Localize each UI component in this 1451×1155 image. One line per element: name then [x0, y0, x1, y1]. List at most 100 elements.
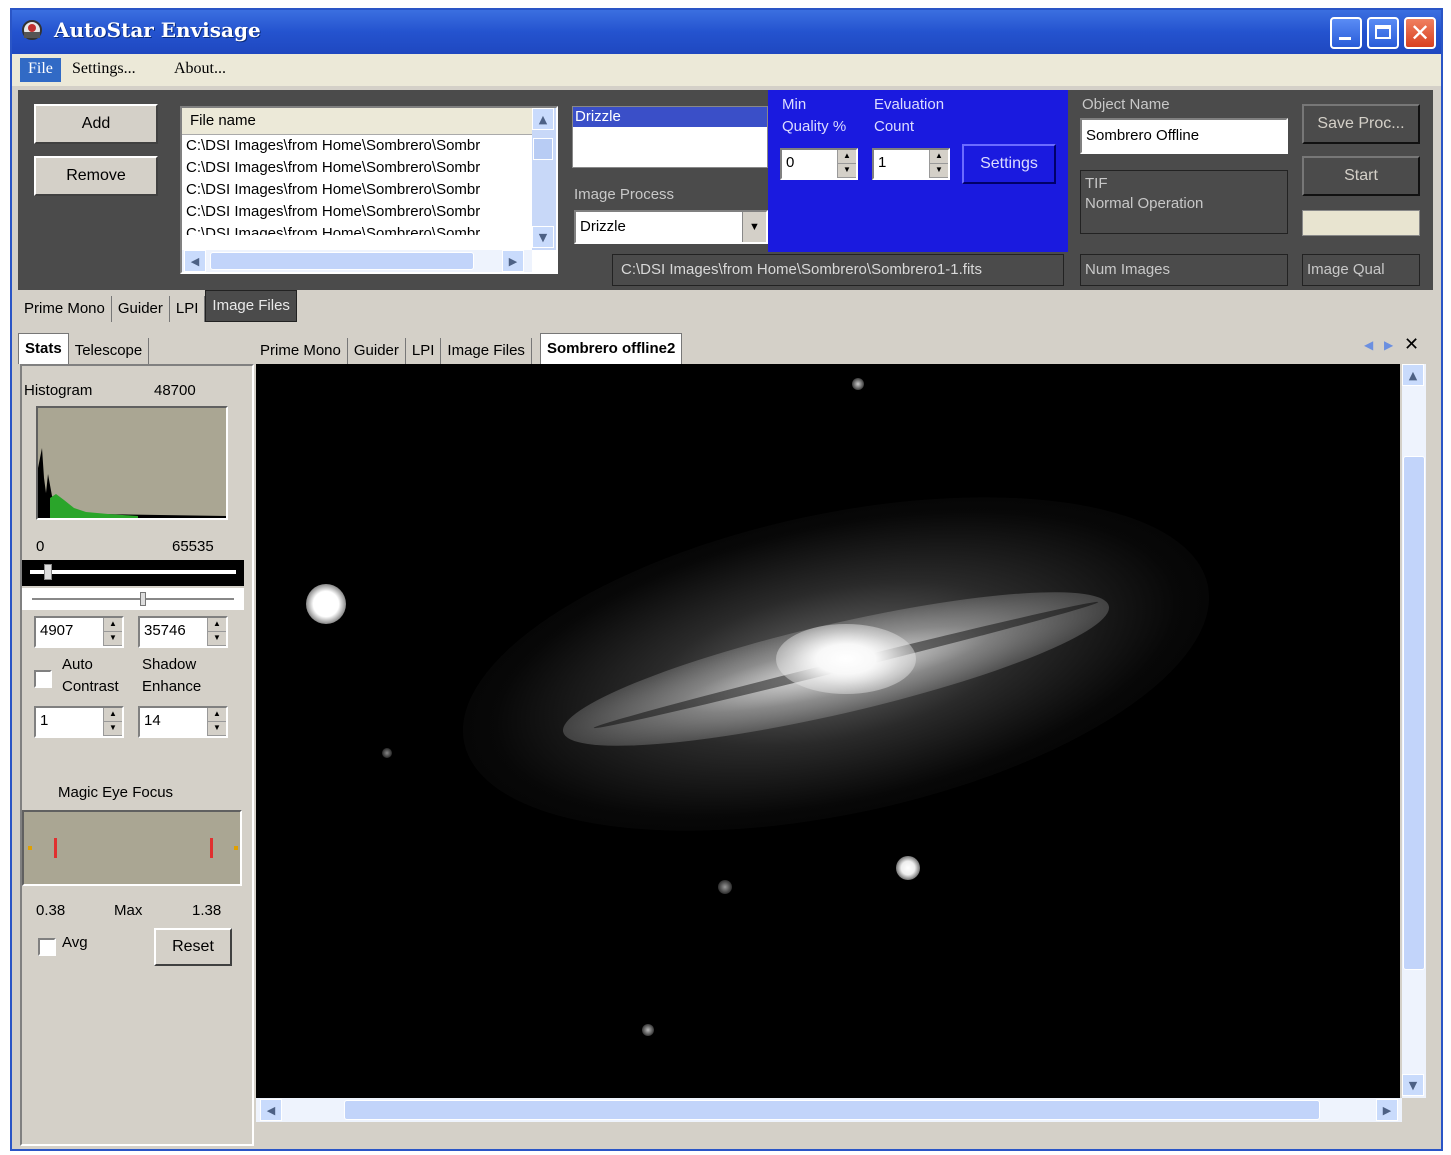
chevron-down-icon[interactable]: ▼ [742, 212, 766, 242]
image-vscroll[interactable]: ▲ ▼ [1402, 364, 1426, 1098]
scroll-right-icon[interactable]: ▶ [1376, 1099, 1398, 1121]
status-box: TIF Normal Operation [1080, 170, 1288, 234]
tab-guider-2[interactable]: Guider [348, 338, 406, 364]
start-button[interactable]: Start [1302, 156, 1420, 196]
settings-button[interactable]: Settings [962, 144, 1056, 184]
menu-file[interactable]: File [20, 58, 61, 82]
list-item[interactable]: C:\DSI Images\from Home\Sombrero\Sombr [182, 157, 556, 179]
object-name-input[interactable]: Sombrero Offline [1080, 118, 1288, 154]
scroll-thumb[interactable] [1403, 456, 1425, 970]
window-title: AutoStar Envisage [54, 18, 261, 42]
contrast-spinner[interactable]: ▲ ▼ [103, 708, 122, 736]
list-item[interactable]: C:\DSI Images\from Home\Sombrero\Sombr [182, 223, 556, 235]
magic-eye-display [22, 810, 242, 886]
maximize-button[interactable] [1367, 17, 1399, 49]
fine-slider-track[interactable] [22, 588, 244, 610]
scroll-right-icon[interactable]: ▶ [502, 250, 524, 272]
evaluation-count-spinner[interactable]: ▲ ▼ [929, 150, 948, 178]
image-viewport[interactable] [256, 364, 1400, 1098]
image-process-label: Image Process [574, 186, 675, 203]
scroll-thumb[interactable] [210, 252, 474, 270]
save-proc-button[interactable]: Save Proc... [1302, 104, 1420, 144]
min-quality-spinner[interactable]: ▲ ▼ [837, 150, 856, 178]
range-slider-line [30, 570, 236, 574]
scroll-thumb[interactable] [344, 1100, 1320, 1120]
file-list-header[interactable]: File name [182, 108, 556, 135]
fine-slider-thumb[interactable] [140, 592, 146, 606]
status-format: TIF [1085, 175, 1108, 192]
tab-stats[interactable]: Stats [18, 333, 69, 364]
star [382, 748, 392, 758]
scroll-up-icon[interactable]: ▲ [532, 108, 554, 130]
drizzle-box[interactable]: Drizzle [572, 106, 768, 168]
evaluation-count-input[interactable]: 1 ▲ ▼ [872, 148, 950, 180]
app-icon [22, 20, 42, 40]
remove-button[interactable]: Remove [34, 156, 158, 196]
maximize-icon [1375, 25, 1391, 39]
file-list-vscroll[interactable]: ▲ ▼ [532, 108, 556, 250]
menu-bar: File Settings... About... [12, 54, 1441, 86]
file-list[interactable]: File name C:\DSI Images\from Home\Sombre… [180, 106, 558, 274]
menu-settings[interactable]: Settings... [64, 58, 144, 82]
focus-max: 1.38 [192, 902, 222, 919]
low-value-spinner[interactable]: ▲ ▼ [103, 618, 122, 646]
high-value-input[interactable]: 35746 ▲ ▼ [138, 616, 228, 648]
avg-checkbox[interactable] [38, 938, 56, 956]
evaluation-count-value: 1 [878, 154, 887, 171]
tab-image-files-2[interactable]: Image Files [441, 338, 532, 364]
reset-button[interactable]: Reset [154, 928, 232, 966]
histogram-label: Histogram [24, 382, 93, 399]
image-process-select[interactable]: Drizzle ▼ [574, 210, 768, 244]
close-tab-icon[interactable]: ✕ [1404, 334, 1419, 355]
low-value-input[interactable]: 4907 ▲ ▼ [34, 616, 124, 648]
tab-scroll-left-icon[interactable]: ◀ [1364, 338, 1373, 352]
magic-eye-label: Magic Eye Focus [58, 784, 174, 801]
menu-about[interactable]: About... [166, 58, 234, 82]
scroll-up-icon[interactable]: ▲ [1402, 364, 1424, 386]
app-window: AutoStar Envisage ✕ File Settings... Abo… [10, 8, 1443, 1151]
close-button[interactable]: ✕ [1404, 17, 1436, 49]
scroll-down-icon[interactable]: ▼ [1402, 1074, 1424, 1096]
scroll-left-icon[interactable]: ◀ [260, 1099, 282, 1121]
tab-lpi[interactable]: LPI [170, 296, 206, 322]
tab-scroll-right-icon[interactable]: ▶ [1384, 338, 1393, 352]
contrast-input[interactable]: 1 ▲ ▼ [34, 706, 124, 738]
left-tabs: Stats Telescope [18, 333, 150, 364]
title-bar[interactable]: AutoStar Envisage ✕ [12, 10, 1441, 54]
tab-prime-mono-2[interactable]: Prime Mono [254, 338, 348, 364]
scroll-thumb[interactable] [533, 138, 553, 160]
auto-contrast-checkbox[interactable] [34, 670, 52, 688]
tab-lpi-2[interactable]: LPI [406, 338, 442, 364]
minimize-button[interactable] [1330, 17, 1362, 49]
range-slider-track[interactable] [22, 560, 244, 586]
range-slider-thumb[interactable] [44, 564, 52, 580]
list-item[interactable]: C:\DSI Images\from Home\Sombrero\Sombr [182, 135, 556, 157]
focus-min: 0.38 [36, 902, 66, 919]
low-value: 4907 [40, 622, 74, 639]
list-item[interactable]: C:\DSI Images\from Home\Sombrero\Sombr [182, 179, 556, 201]
minimize-icon [1339, 37, 1351, 40]
auto-contrast-label: Auto [62, 656, 93, 673]
scroll-down-icon[interactable]: ▼ [532, 226, 554, 248]
shadow-input[interactable]: 14 ▲ ▼ [138, 706, 228, 738]
shadow-spinner[interactable]: ▲ ▼ [207, 708, 226, 736]
tab-prime-mono[interactable]: Prime Mono [18, 296, 112, 322]
tab-guider[interactable]: Guider [112, 296, 170, 322]
shadow-enhance-label: Shadow [142, 656, 197, 673]
file-list-hscroll[interactable]: ◀ ▶ [182, 250, 532, 272]
star [718, 880, 732, 894]
high-value-spinner[interactable]: ▲ ▼ [207, 618, 226, 646]
scroll-left-icon[interactable]: ◀ [184, 250, 206, 272]
fine-slider-line [32, 598, 234, 600]
tab-telescope[interactable]: Telescope [69, 338, 150, 364]
list-item[interactable]: C:\DSI Images\from Home\Sombrero\Sombr [182, 201, 556, 223]
tab-sombrero-offline2[interactable]: Sombrero offline2 [539, 333, 683, 364]
object-name-label: Object Name [1082, 96, 1170, 113]
image-hscroll[interactable]: ◀ ▶ [256, 1098, 1402, 1122]
add-button[interactable]: Add [34, 104, 158, 144]
tab-image-files[interactable]: Image Files [205, 290, 297, 322]
focus-dot-left [28, 846, 32, 850]
shadow-value: 14 [144, 712, 161, 729]
min-quality-input[interactable]: 0 ▲ ▼ [780, 148, 858, 180]
evaluation-label-2: Count [874, 118, 915, 135]
